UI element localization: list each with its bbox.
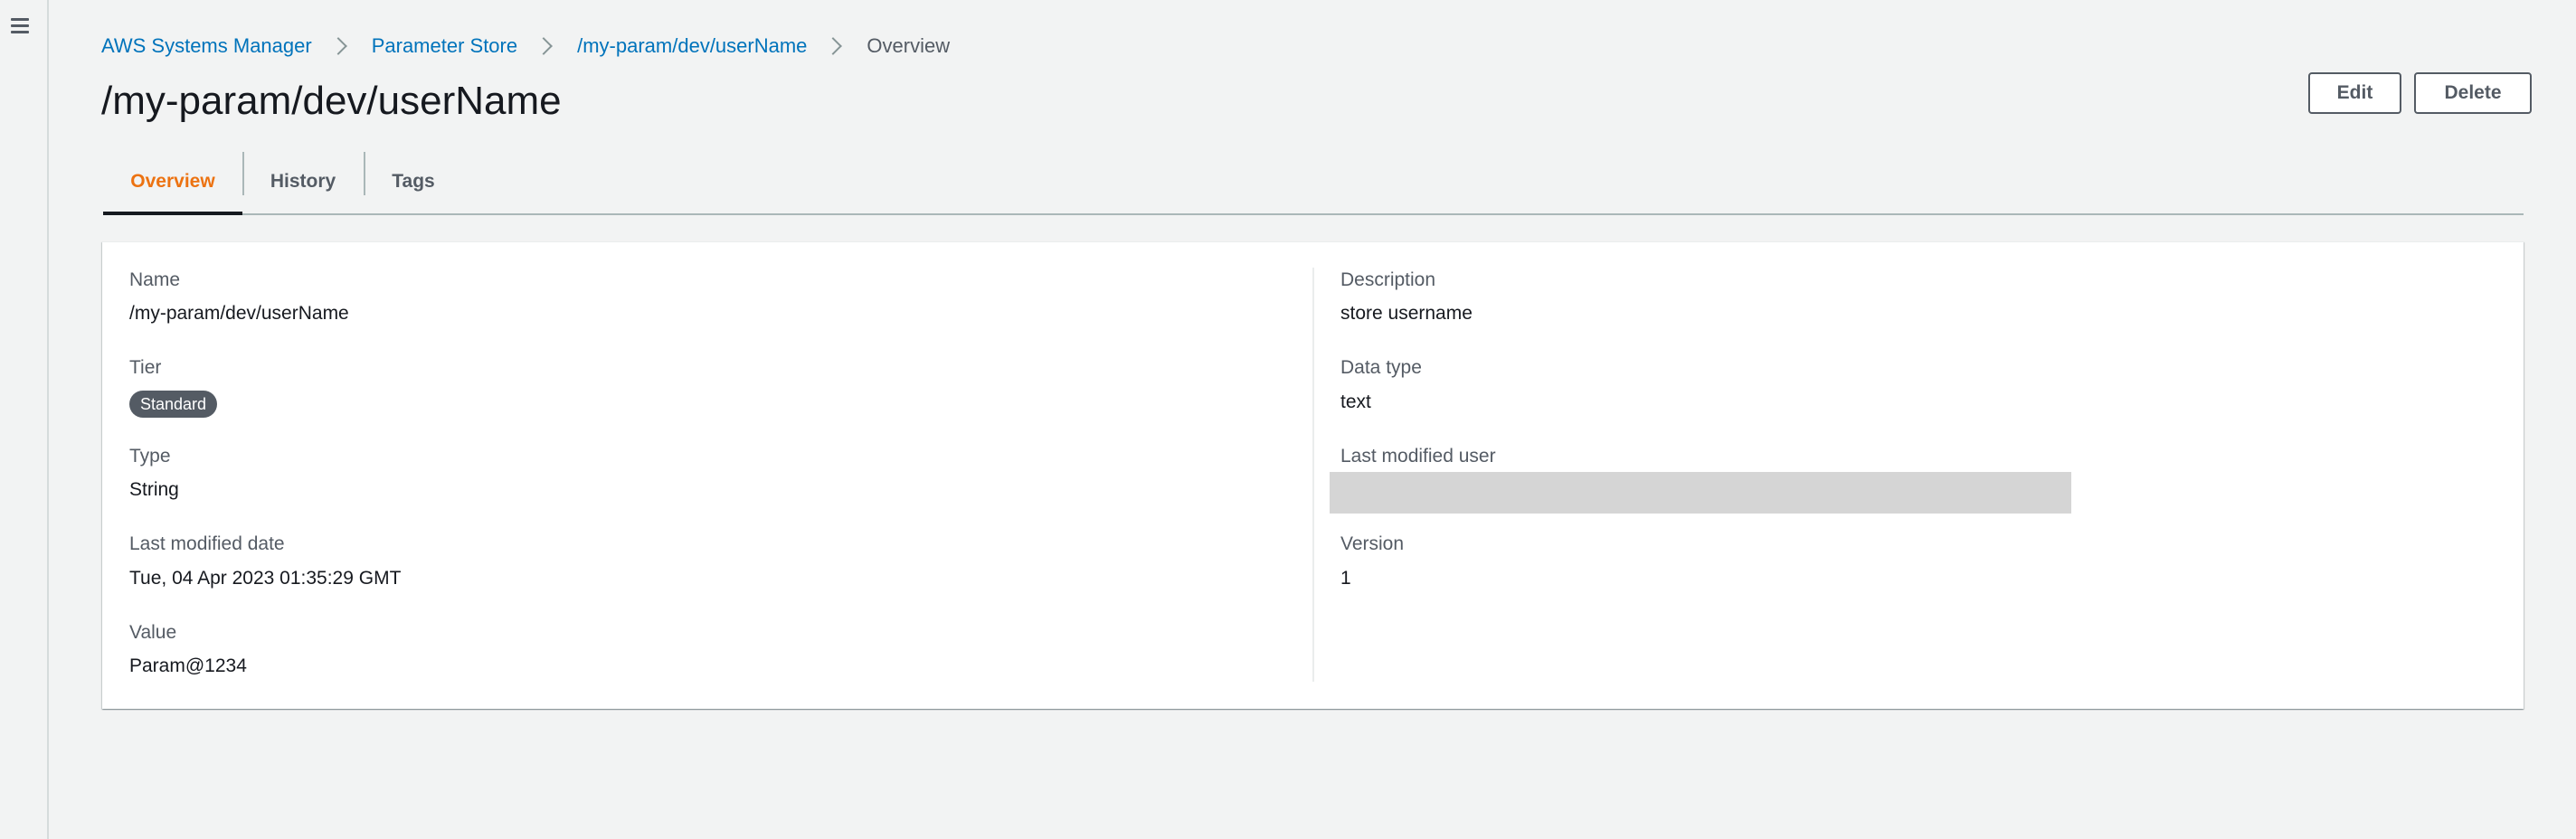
column-divider xyxy=(1312,268,1314,682)
menu-bar-line xyxy=(11,31,29,33)
data-type-label: Data type xyxy=(1340,357,1422,378)
last-modified-user-redacted-value xyxy=(1330,472,2071,514)
edit-button[interactable]: Edit xyxy=(2308,72,2401,114)
data-type-value: text xyxy=(1340,391,1371,412)
breadcrumb-item-parameter-store[interactable]: Parameter Store xyxy=(372,34,517,58)
tab-history[interactable]: History xyxy=(242,150,364,213)
type-value: String xyxy=(129,479,179,500)
value-label: Value xyxy=(129,622,177,643)
tier-badge: Standard xyxy=(129,391,218,418)
side-navigation-rail xyxy=(0,0,49,839)
chevron-right-icon xyxy=(824,37,843,55)
last-modified-date-label: Last modified date xyxy=(129,533,285,554)
value-value: Param@1234 xyxy=(129,655,247,676)
breadcrumb-item-current: Overview xyxy=(867,34,951,57)
hamburger-menu-icon[interactable] xyxy=(9,14,31,36)
parameter-details-panel: Name /my-param/dev/userName Tier Standar… xyxy=(102,241,2524,709)
version-value: 1 xyxy=(1340,568,1351,589)
delete-button[interactable]: Delete xyxy=(2414,72,2532,114)
chevron-right-icon xyxy=(328,37,347,55)
breadcrumb-item-systems-manager[interactable]: AWS Systems Manager xyxy=(101,34,312,58)
tab-bar: Overview History Tags xyxy=(103,150,2524,215)
menu-bar-line xyxy=(11,18,29,21)
description-value: store username xyxy=(1340,303,1473,324)
type-label: Type xyxy=(129,446,171,467)
breadcrumb-item-parameter[interactable]: /my-param/dev/userName xyxy=(577,34,807,58)
menu-bar-line xyxy=(11,24,29,27)
description-label: Description xyxy=(1340,269,1436,290)
last-modified-user-label: Last modified user xyxy=(1340,446,1496,467)
name-value: /my-param/dev/userName xyxy=(129,303,349,324)
tab-tags[interactable]: Tags xyxy=(364,150,463,213)
name-label: Name xyxy=(129,269,181,290)
breadcrumb: AWS Systems Manager Parameter Store /my-… xyxy=(101,33,950,60)
tab-overview[interactable]: Overview xyxy=(103,150,242,215)
page-title: /my-param/dev/userName xyxy=(101,79,562,123)
last-modified-date-value: Tue, 04 Apr 2023 01:35:29 GMT xyxy=(129,568,402,589)
version-label: Version xyxy=(1340,533,1405,554)
tier-label: Tier xyxy=(129,357,162,378)
chevron-right-icon xyxy=(535,37,554,55)
